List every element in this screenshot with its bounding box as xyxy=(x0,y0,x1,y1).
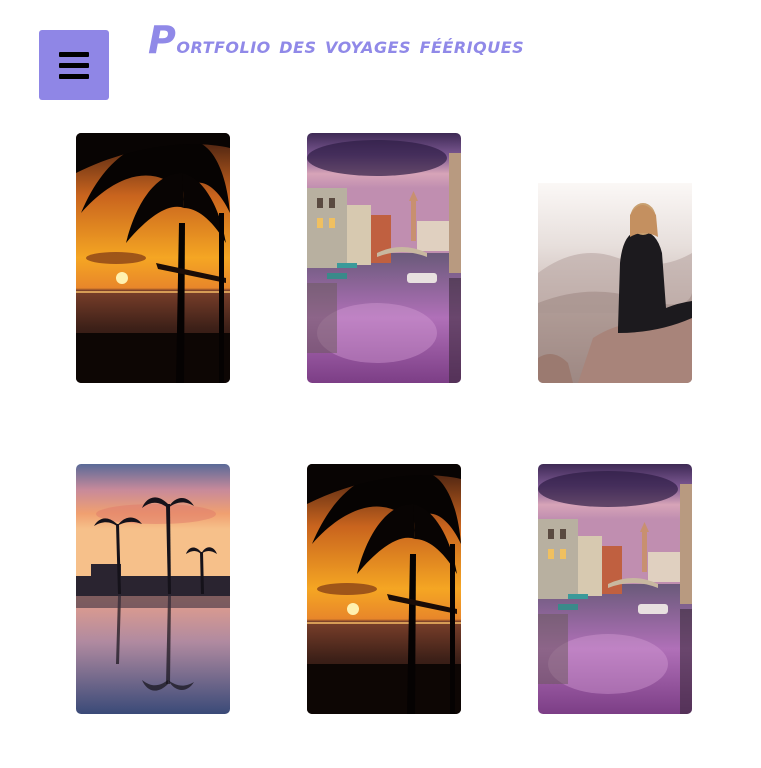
woman-rock-image xyxy=(538,133,692,383)
gallery-photo-palm-reflection[interactable] xyxy=(76,464,230,714)
canal-city-image xyxy=(538,464,692,714)
canal-city-image xyxy=(307,133,461,383)
photo-gallery xyxy=(0,0,761,768)
gallery-photo-palm-sunset-1[interactable] xyxy=(76,133,230,383)
gallery-photo-canal-1[interactable] xyxy=(307,133,461,383)
palm-reflection-image xyxy=(76,464,230,714)
gallery-photo-palm-sunset-2[interactable] xyxy=(307,464,461,714)
palm-sunset-image xyxy=(76,133,230,383)
gallery-photo-woman-rock[interactable] xyxy=(538,133,692,383)
palm-sunset-image xyxy=(307,464,461,714)
gallery-photo-canal-2[interactable] xyxy=(538,464,692,714)
